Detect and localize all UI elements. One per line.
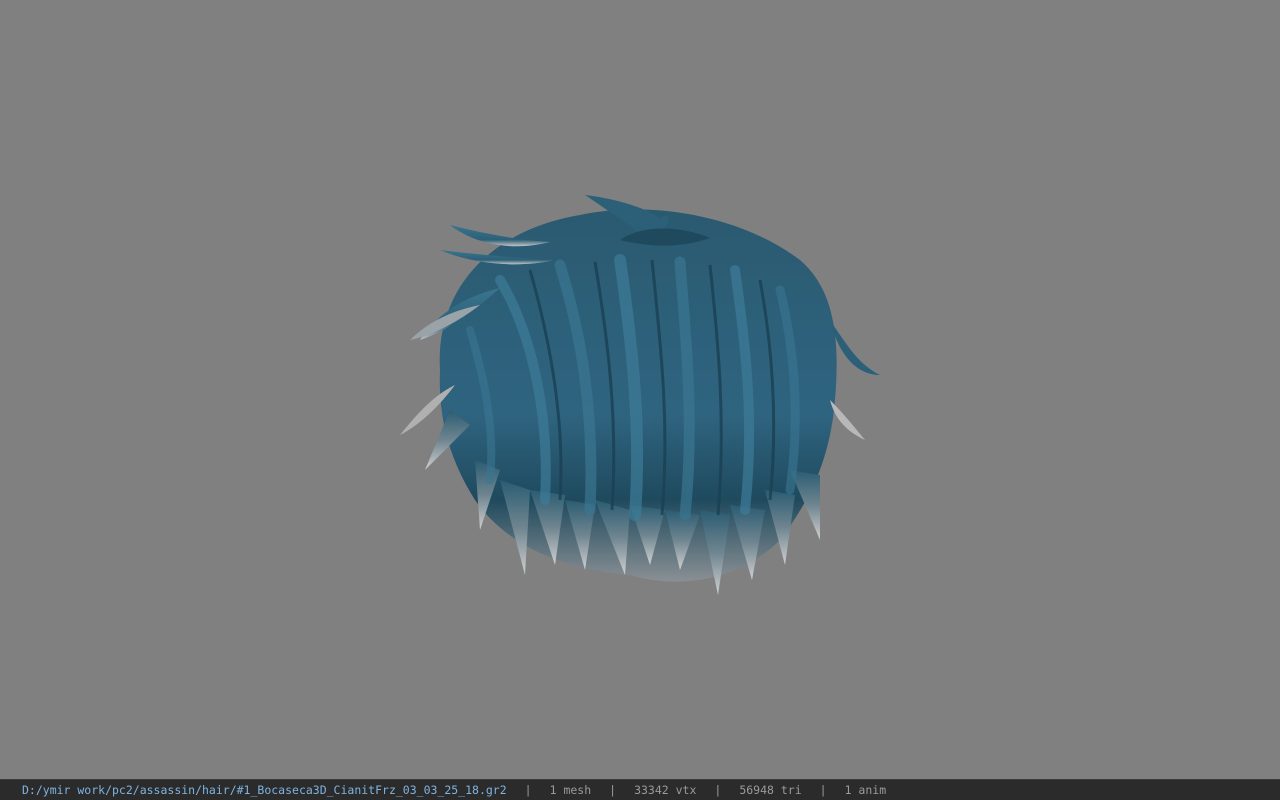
status-bar: D:/ymir work/pc2/assassin/hair/#1_Bocase… (0, 779, 1280, 800)
mesh-count-label: 1 mesh (549, 783, 592, 797)
hair-mass (400, 195, 880, 595)
status-separator: | (819, 783, 827, 797)
file-path-label: D:/ymir work/pc2/assassin/hair/#1_Bocase… (22, 783, 507, 797)
anim-count-label: 1 anim (844, 783, 887, 797)
status-separator: | (609, 783, 617, 797)
vertex-count-label: 33342 vtx (634, 783, 697, 797)
hair-model-render[interactable] (380, 170, 900, 620)
3d-viewport[interactable] (0, 0, 1280, 779)
triangle-count-label: 56948 tri (739, 783, 802, 797)
status-separator: | (714, 783, 722, 797)
status-separator: | (524, 783, 532, 797)
